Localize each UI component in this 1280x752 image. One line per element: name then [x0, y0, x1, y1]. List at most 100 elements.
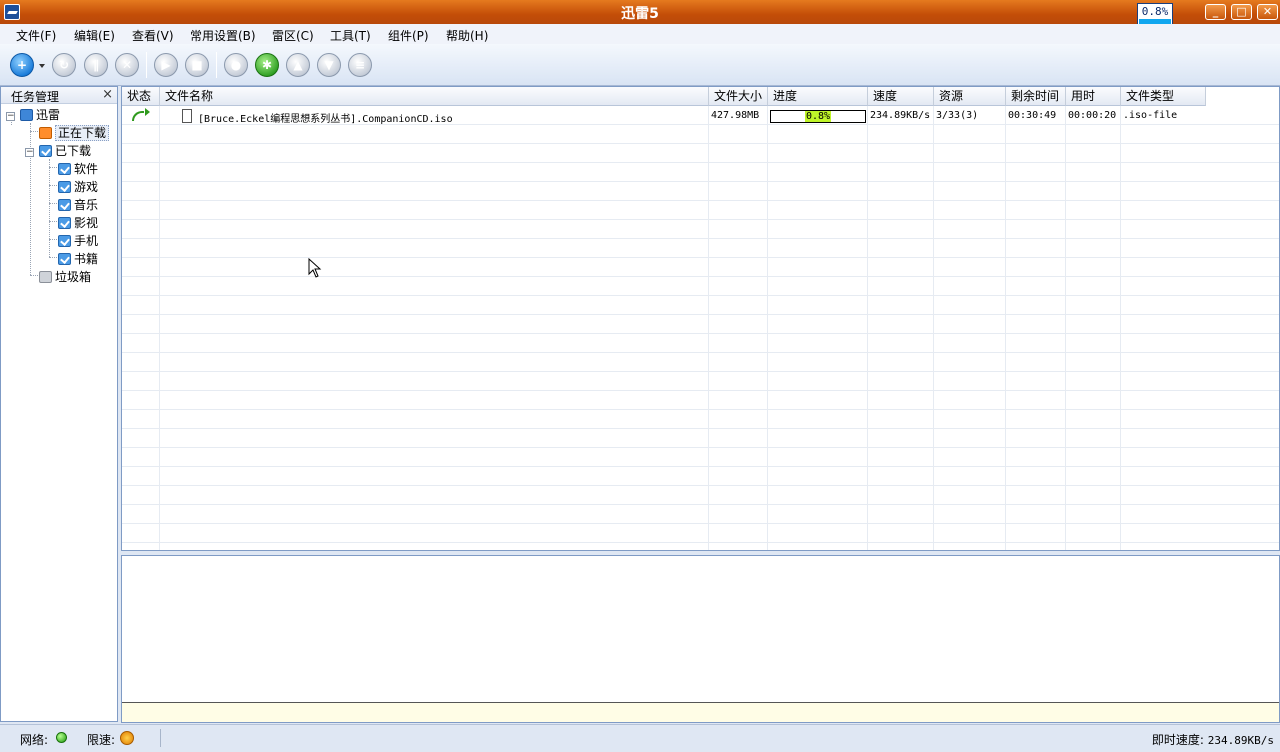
network-status-icon[interactable] [56, 732, 67, 743]
move-up-icon[interactable]: ▲ [286, 53, 310, 77]
column-header-type[interactable]: 文件类型 [1121, 87, 1206, 106]
column-header-sources[interactable]: 资源 [934, 87, 1006, 106]
empty-row [122, 524, 1279, 543]
tree-expander-icon[interactable]: − [6, 112, 15, 121]
empty-row [122, 125, 1279, 144]
task-remaining-time: 00:30:49 [1008, 110, 1057, 121]
new-task-dropdown-icon[interactable] [39, 64, 45, 68]
empty-row [122, 220, 1279, 239]
status-bar: 网络: 限速: 即时速度: 234.89KB/s [0, 724, 1280, 752]
panel-close-icon[interactable]: × [102, 87, 113, 102]
panel-header: 任务管理 × [1, 87, 117, 104]
toolbar: + ↻ ∥ ✕ ▶ ■ ● ✱ ▲ ▼ ≡ [0, 44, 1280, 86]
task-detail-panel [121, 555, 1280, 723]
empty-row [122, 163, 1279, 182]
task-list: 状态 文件名称 文件大小 进度 速度 资源 剩余时间 用时 文件类型 [Bruc… [121, 86, 1280, 551]
tree-item-music[interactable]: 音乐 [58, 196, 98, 212]
tree-item-mobile[interactable]: 手机 [58, 232, 98, 248]
empty-row [122, 201, 1279, 220]
menu-help[interactable]: 帮助(H) [446, 27, 488, 44]
column-header-speed[interactable]: 速度 [868, 87, 934, 106]
camera-icon[interactable]: ● [224, 53, 248, 77]
menu-common-settings[interactable]: 常用设置(B) [190, 27, 256, 44]
tree-item-trash[interactable]: 垃圾箱 [39, 268, 91, 284]
empty-row [122, 258, 1279, 277]
properties-icon[interactable]: ≡ [348, 53, 372, 77]
folder-check-icon [58, 199, 71, 211]
pause-icon[interactable]: ∥ [84, 53, 108, 77]
menu-edit[interactable]: 编辑(E) [74, 27, 115, 44]
task-file-type: .iso-file [1123, 110, 1178, 121]
stop-icon[interactable]: ■ [185, 53, 209, 77]
instant-speed-label: 即时速度: [1151, 733, 1204, 747]
title-bar: 迅雷5 0.8% _ □ ✕ [0, 0, 1280, 39]
tree-expander-icon[interactable]: − [25, 148, 34, 157]
column-header-progress[interactable]: 进度 [768, 87, 868, 106]
instant-speed-value: 234.89KB/s [1207, 734, 1274, 747]
column-header-name[interactable]: 文件名称 [160, 87, 709, 106]
empty-row [122, 334, 1279, 353]
task-progress-text: 0.8% [805, 111, 831, 122]
toolbar-separator [216, 52, 217, 78]
task-speed: 234.89KB/s [870, 110, 931, 121]
xunlei-icon [20, 109, 33, 121]
empty-row [122, 410, 1279, 429]
menu-view[interactable]: 查看(V) [132, 27, 174, 44]
trash-icon [39, 271, 52, 283]
close-button[interactable]: ✕ [1257, 4, 1278, 20]
empty-row [122, 277, 1279, 296]
speed-limit-icon[interactable] [120, 731, 134, 745]
new-task-icon[interactable]: + [10, 53, 34, 77]
restart-icon[interactable]: ↻ [52, 53, 76, 77]
speed-limit-label: 限速: [87, 733, 116, 747]
menu-tools[interactable]: 工具(T) [330, 27, 371, 44]
menu-bar: 文件(F) 编辑(E) 查看(V) 常用设置(B) 雷区(C) 工具(T) 组件… [0, 24, 1280, 44]
empty-row [122, 505, 1279, 524]
empty-row [122, 315, 1279, 334]
network-label: 网络: [20, 733, 49, 747]
empty-row [122, 467, 1279, 486]
tree-item-games[interactable]: 游戏 [58, 178, 98, 194]
empty-row [122, 429, 1279, 448]
menu-plugins[interactable]: 组件(P) [388, 27, 429, 44]
speed-gauge-percent: 0.8% [1141, 5, 1169, 18]
empty-row [122, 448, 1279, 467]
delete-icon[interactable]: ✕ [115, 53, 139, 77]
folder-check-icon [58, 181, 71, 193]
empty-row [122, 391, 1279, 410]
minimize-button[interactable]: _ [1205, 4, 1226, 20]
empty-row [122, 182, 1279, 201]
empty-row [122, 296, 1279, 315]
empty-row [122, 239, 1279, 258]
folder-check-icon [58, 217, 71, 229]
tree-item-downloading[interactable]: 正在下载 [39, 124, 110, 141]
tree-item-books[interactable]: 书籍 [58, 250, 98, 266]
column-header-status[interactable]: 状态 [122, 87, 160, 106]
folder-check-icon [58, 235, 71, 247]
options-icon[interactable]: ✱ [255, 53, 279, 77]
tree-item-xunlei[interactable]: 迅雷 [20, 106, 60, 122]
tree-item-downloaded[interactable]: 已下载 [39, 142, 91, 158]
status-separator [160, 729, 161, 747]
maximize-button[interactable]: □ [1231, 4, 1252, 20]
menu-file[interactable]: 文件(F) [16, 27, 56, 44]
panel-title: 任务管理 [11, 90, 60, 104]
start-icon[interactable]: ▶ [154, 53, 178, 77]
downloaded-icon [39, 145, 52, 157]
empty-row [122, 353, 1279, 372]
downloading-icon [39, 127, 52, 139]
column-header-elapsed[interactable]: 用时 [1066, 87, 1121, 106]
move-down-icon[interactable]: ▼ [317, 53, 341, 77]
instant-speed: 即时速度: 234.89KB/s [1152, 731, 1274, 748]
column-header-size[interactable]: 文件大小 [709, 87, 768, 106]
tree-item-movies[interactable]: 影视 [58, 214, 98, 230]
task-management-panel: 任务管理 × − 迅雷 正在下载 − 已下载 软件 游戏 音乐 影视 手机 书籍… [0, 86, 118, 722]
task-elapsed-time: 00:00:20 [1068, 110, 1117, 121]
folder-check-icon [58, 253, 71, 265]
window-title: 迅雷5 [621, 6, 659, 22]
column-header-remaining[interactable]: 剩余时间 [1006, 87, 1066, 106]
empty-row [122, 372, 1279, 391]
folder-check-icon [58, 163, 71, 175]
tree-item-software[interactable]: 软件 [58, 160, 98, 176]
menu-leiqu[interactable]: 雷区(C) [272, 27, 314, 44]
